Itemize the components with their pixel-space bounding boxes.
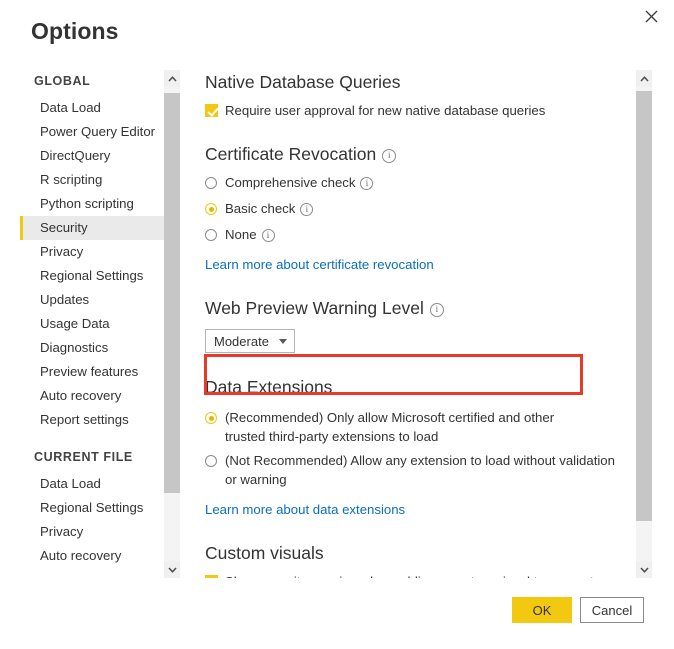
scroll-up-icon[interactable] (164, 70, 180, 87)
sidebar-item-python-scripting[interactable]: Python scripting (20, 192, 172, 216)
radio-row-none[interactable]: None (205, 225, 633, 244)
info-icon[interactable] (382, 149, 397, 163)
radio-row-basic-check[interactable]: Basic check (205, 199, 633, 218)
sidebar-item-current-privacy[interactable]: Privacy (20, 520, 172, 544)
not-recommended-extensions-label: (Not Recommended) Allow any extension to… (225, 453, 615, 487)
sidebar-item-security[interactable]: Security (20, 216, 172, 240)
scroll-up-icon[interactable] (636, 70, 652, 87)
close-icon[interactable] (628, 0, 674, 32)
info-icon[interactable] (300, 203, 314, 216)
settings-content-pane: Native Database Queries Require user app… (205, 70, 633, 578)
comprehensive-check-label: Comprehensive check (225, 175, 356, 190)
info-icon[interactable] (429, 303, 444, 317)
scroll-down-icon[interactable] (636, 561, 652, 578)
section-data-extensions: Data Extensions (205, 375, 633, 399)
sidebar-item-diagnostics[interactable]: Diagnostics (20, 336, 172, 360)
sidebar-item-privacy[interactable]: Privacy (20, 240, 172, 264)
link-learn-more-certificate-revocation[interactable]: Learn more about certificate revocation (205, 257, 434, 272)
show-security-warning-checkbox[interactable] (205, 575, 218, 578)
recommended-extensions-label: (Recommended) Only allow Microsoft certi… (225, 410, 555, 444)
ok-button[interactable]: OK (512, 597, 572, 623)
sidebar-item-data-load[interactable]: Data Load (20, 96, 172, 120)
chevron-down-icon (278, 338, 287, 344)
section-custom-visuals: Custom visuals (205, 541, 633, 565)
radio-row-comprehensive-check[interactable]: Comprehensive check (205, 173, 633, 192)
sidebar-item-current-data-load[interactable]: Data Load (20, 472, 172, 496)
cancel-button[interactable]: Cancel (580, 597, 644, 623)
checkbox-row-require-user-approval[interactable]: Require user approval for new native dat… (205, 101, 633, 120)
content-scrollbar-thumb[interactable] (636, 91, 652, 521)
not-recommended-extensions-radio[interactable] (205, 455, 217, 467)
section-heading: Web Preview Warning Level (205, 298, 424, 318)
sidebar-item-regional-settings[interactable]: Regional Settings (20, 264, 172, 288)
info-icon[interactable] (261, 229, 275, 242)
sidebar-item-r-scripting[interactable]: R scripting (20, 168, 172, 192)
sidebar-item-directquery[interactable]: DirectQuery (20, 144, 172, 168)
none-radio[interactable] (205, 229, 217, 241)
section-native-database-queries: Native Database Queries (205, 70, 633, 94)
link-learn-more-data-extensions[interactable]: Learn more about data extensions (205, 502, 405, 517)
sidebar-item-preview-features[interactable]: Preview features (20, 360, 172, 384)
basic-check-radio[interactable] (205, 203, 217, 215)
show-security-warning-label: Show security warning when adding a cust… (225, 572, 633, 578)
sidebar-item-auto-recovery[interactable]: Auto recovery (20, 384, 172, 408)
sidebar-scrollbar[interactable] (164, 70, 180, 578)
info-icon[interactable] (360, 177, 374, 190)
section-heading: Data Extensions (205, 377, 333, 397)
checkbox-row-show-security-warning[interactable]: Show security warning when adding a cust… (205, 572, 633, 578)
nav-group-header-current-file: CURRENT FILE (34, 450, 133, 464)
sidebar-item-usage-data[interactable]: Usage Data (20, 312, 172, 336)
sidebar-item-current-auto-recovery[interactable]: Auto recovery (20, 544, 172, 568)
require-user-approval-checkbox[interactable] (205, 104, 218, 117)
section-heading: Native Database Queries (205, 72, 401, 92)
options-dialog: Options GLOBAL Data Load Power Query Edi… (0, 0, 674, 649)
content-scrollbar[interactable] (636, 70, 652, 578)
sidebar-item-power-query-editor[interactable]: Power Query Editor (20, 120, 172, 144)
none-label: None (225, 227, 257, 242)
section-heading: Certificate Revocation (205, 144, 377, 164)
web-preview-warning-level-dropdown[interactable]: Moderate (205, 329, 295, 353)
radio-row-not-recommended-extensions[interactable]: (Not Recommended) Allow any extension to… (205, 451, 633, 489)
basic-check-label: Basic check (225, 201, 296, 216)
page-title: Options (31, 18, 119, 44)
sidebar-nav: GLOBAL Data Load Power Query Editor Dire… (20, 70, 172, 578)
sidebar-item-updates[interactable]: Updates (20, 288, 172, 312)
section-web-preview-warning-level: Web Preview Warning Level (205, 296, 633, 320)
scroll-down-icon[interactable] (164, 561, 180, 578)
sidebar-item-current-regional-settings[interactable]: Regional Settings (20, 496, 172, 520)
nav-group-header-global: GLOBAL (34, 74, 91, 88)
section-heading: Custom visuals (205, 543, 324, 563)
radio-row-recommended-extensions[interactable]: (Recommended) Only allow Microsoft certi… (205, 408, 633, 446)
sidebar-scrollbar-thumb[interactable] (164, 93, 180, 493)
require-user-approval-label: Require user approval for new native dat… (225, 103, 546, 118)
recommended-extensions-radio[interactable] (205, 412, 217, 424)
dropdown-selected-value: Moderate (214, 333, 269, 349)
sidebar-item-report-settings[interactable]: Report settings (20, 408, 172, 432)
comprehensive-check-radio[interactable] (205, 177, 217, 189)
section-certificate-revocation: Certificate Revocation (205, 142, 633, 166)
